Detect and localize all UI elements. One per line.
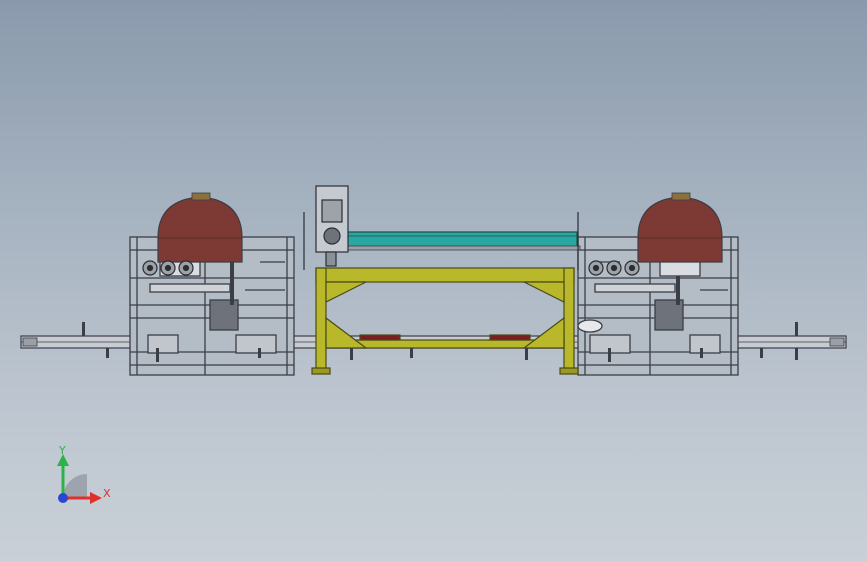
triad-plane-quadrant [63,474,87,498]
cad-viewport[interactable]: Y X [0,0,867,562]
right-tank [637,192,723,263]
left-rollers [142,260,194,276]
right-rollers [588,260,640,276]
conveyor-belt [317,231,581,251]
y-axis-label: Y [59,444,66,457]
machine-assembly-model[interactable] [0,0,867,562]
coordinate-triad[interactable] [40,440,120,520]
x-axis-label: X [103,487,111,500]
gantry-head [303,185,579,270]
z-axis-dot [58,493,68,503]
left-tank [157,192,243,263]
x-axis-arrowhead [90,492,102,504]
